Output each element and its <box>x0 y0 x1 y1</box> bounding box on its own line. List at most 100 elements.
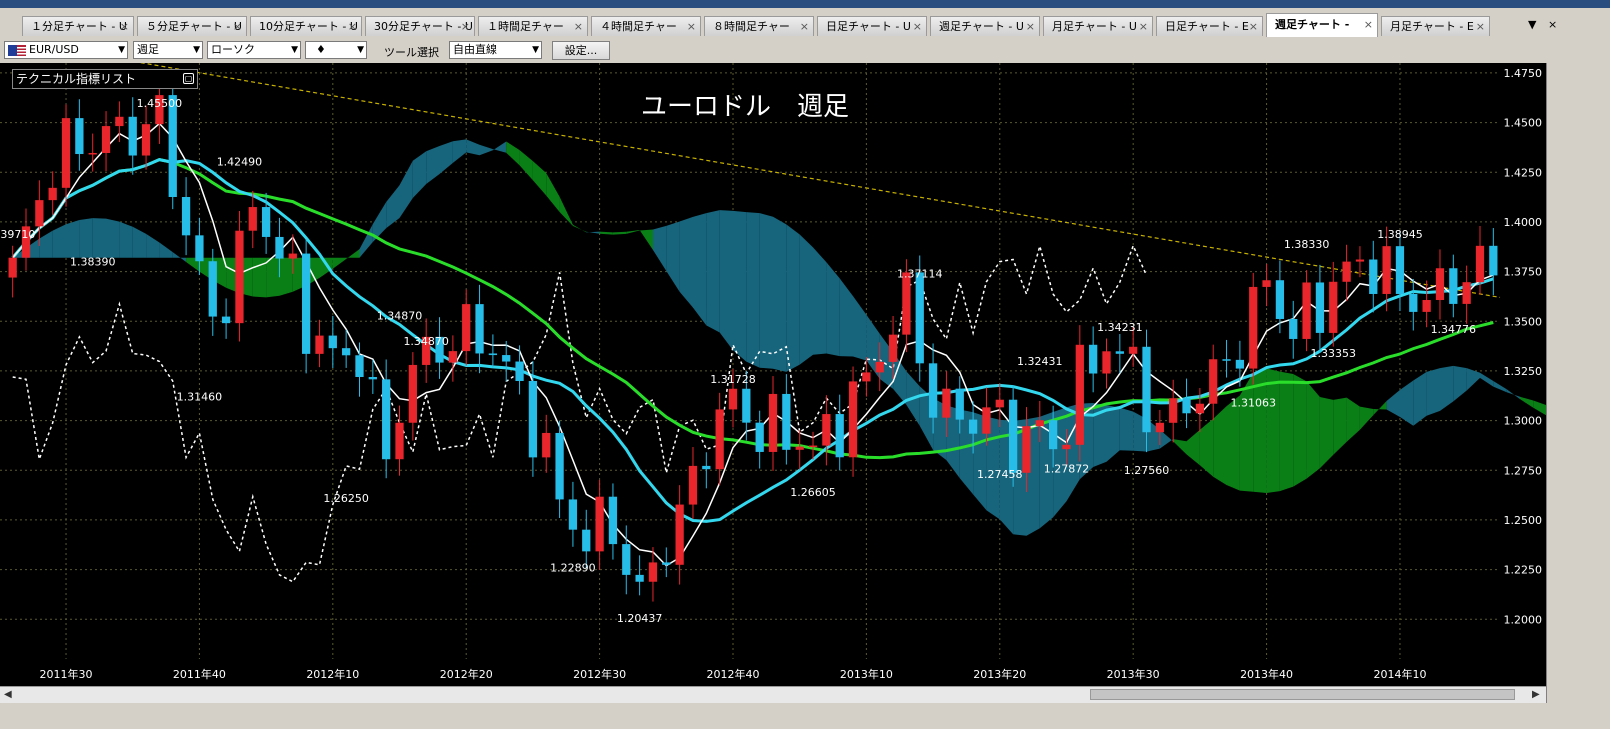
tab-10[interactable]: 月足チャート - U × <box>1043 16 1153 36</box>
cloud-segment <box>853 296 867 361</box>
cloud-segment <box>279 257 293 296</box>
tab-list-dropdown-icon[interactable]: ▼ <box>1528 18 1536 31</box>
tab-close-icon[interactable]: × <box>120 17 129 36</box>
cloud-segment <box>492 141 507 153</box>
panel-toggle-icon[interactable]: ▢ <box>183 73 194 84</box>
chart-type-label: ローソク <box>211 43 255 56</box>
scroll-left-icon[interactable]: ◀ <box>4 687 12 702</box>
chevron-down-icon: ▼ <box>118 45 125 55</box>
x-axis-tick-label: 2012年20 <box>440 667 493 681</box>
candle-body <box>1369 259 1378 294</box>
tab-8[interactable]: 日足チャート - U × <box>817 16 927 36</box>
symbol-select[interactable]: EUR/USD ▼ <box>4 41 128 59</box>
chart-area[interactable]: 1.45500 1.42490 1.38390 1.39710 1.31460 1.348… <box>0 58 1610 686</box>
chart-type-select[interactable]: ローソク ▼ <box>207 41 301 59</box>
x-axis-tick-label: 2013年20 <box>973 667 1026 681</box>
tab-close-icon[interactable]: × <box>348 17 357 36</box>
candle-body <box>395 422 404 460</box>
candle-body <box>261 207 271 237</box>
y-axis-tick-label: 1.3000 <box>1504 415 1543 428</box>
candle-body <box>1249 286 1258 369</box>
horizontal-scrollbar[interactable]: ◀ ▶ <box>0 686 1546 703</box>
cloud-segment <box>466 139 480 156</box>
candle-body <box>795 446 804 450</box>
cloud-segment <box>79 218 93 258</box>
tab-close-icon[interactable]: × <box>1476 17 1485 36</box>
x-axis-tick-label: 2011年30 <box>40 667 93 681</box>
cloud-segment <box>92 218 106 258</box>
cloud-segment <box>452 139 467 163</box>
candle-body <box>1169 398 1178 423</box>
y-axis-tick-label: 1.3250 <box>1504 365 1543 378</box>
tool-select-label: ツール選択 <box>384 46 439 59</box>
tab-close-icon[interactable]: × <box>800 17 809 36</box>
cloud-segment <box>1466 368 1480 391</box>
tab-close-icon[interactable]: × <box>687 17 696 36</box>
y-axis-tick-label: 1.3500 <box>1504 315 1543 328</box>
cloud-segment <box>346 249 360 259</box>
tab-13[interactable]: 月足チャート - E × <box>1381 16 1490 36</box>
cloud-segment <box>773 216 787 372</box>
tab-5[interactable]: １時間足チャー × <box>478 16 588 36</box>
tab-close-icon[interactable]: × <box>913 17 922 36</box>
timeframe-select[interactable]: 週足 ▼ <box>133 41 203 59</box>
candle-body <box>982 407 991 434</box>
tab-2[interactable]: ５分足チャート - U × <box>137 16 247 36</box>
candle-body <box>328 335 337 349</box>
scrollbar-thumb[interactable] <box>1090 689 1515 700</box>
candle-body <box>1489 245 1498 276</box>
tab-close-icon[interactable]: × <box>1364 14 1373 36</box>
candle-body <box>195 235 204 262</box>
indicator-list-panel[interactable]: テクニカル指標リスト ▢ <box>12 69 198 89</box>
settings-button[interactable]: 設定... <box>552 41 610 60</box>
candle-body <box>528 380 538 458</box>
candle-body <box>288 253 297 259</box>
tab-close-icon[interactable]: × <box>233 17 242 36</box>
price-label: 1.37114 <box>897 268 943 281</box>
candle-body <box>1329 281 1338 333</box>
indicator-list-label: テクニカル指標リスト <box>16 72 137 86</box>
candle-body <box>88 152 97 155</box>
drawing-tool-select[interactable]: 自由直線 ▼ <box>449 41 542 59</box>
y-axis-tick-label: 1.3750 <box>1504 266 1543 279</box>
symbol-label: EUR/USD <box>29 43 79 56</box>
candle-body <box>1062 444 1071 450</box>
price-label: 1.27560 <box>1124 464 1170 477</box>
cloud-segment <box>1359 406 1374 430</box>
price-label: 1.31728 <box>710 373 756 386</box>
candle-body <box>1315 282 1325 333</box>
cloud-segment <box>826 262 840 357</box>
tab-12[interactable]: 週足チャート - × <box>1266 13 1378 37</box>
y-axis-tick-label: 1.2250 <box>1504 564 1543 577</box>
tab-3[interactable]: 10分足チャート - U × <box>250 16 362 36</box>
tab-label: 30分足チャート - U <box>374 20 473 33</box>
tab-11[interactable]: 日足チャート - E × <box>1156 16 1263 36</box>
x-axis-tick-label: 2012年40 <box>706 667 759 681</box>
candle-body <box>35 200 44 227</box>
tab-9[interactable]: 週足チャート - U × <box>930 16 1040 36</box>
tab-close-icon[interactable]: × <box>574 17 583 36</box>
tab-6[interactable]: ４時間足チャー × <box>591 16 701 36</box>
marker-select[interactable]: ♦ ▼ <box>305 41 367 59</box>
cloud-segment <box>1319 397 1334 469</box>
timeframe-label: 週足 <box>137 43 159 56</box>
candlestick-chart[interactable]: 1.45500 1.42490 1.38390 1.39710 1.31460 1.348… <box>0 58 1610 686</box>
x-axis-tick-label: 2014年10 <box>1373 667 1426 681</box>
candle-body <box>1008 399 1018 473</box>
right-panel <box>1546 63 1610 703</box>
tab-close-icon[interactable]: × <box>1139 17 1148 36</box>
tab-close-icon[interactable]: × <box>1026 17 1035 36</box>
chevron-down-icon: ▼ <box>532 45 539 55</box>
tab-1[interactable]: １分足チャート - U × <box>22 16 134 36</box>
scroll-right-icon[interactable]: ▶ <box>1532 687 1540 702</box>
close-window-icon[interactable]: × <box>1548 18 1557 31</box>
tab-close-icon[interactable]: × <box>461 17 470 36</box>
candle-body <box>101 126 111 153</box>
cloud-segment <box>1279 371 1294 492</box>
chevron-down-icon: ▼ <box>291 45 298 55</box>
tab-close-icon[interactable]: × <box>1249 17 1258 36</box>
tab-7[interactable]: ８時間足チャー × <box>704 16 814 36</box>
candle-body <box>208 261 217 317</box>
tab-4[interactable]: 30分足チャート - U × <box>365 16 475 36</box>
cloud-segment <box>572 224 587 233</box>
